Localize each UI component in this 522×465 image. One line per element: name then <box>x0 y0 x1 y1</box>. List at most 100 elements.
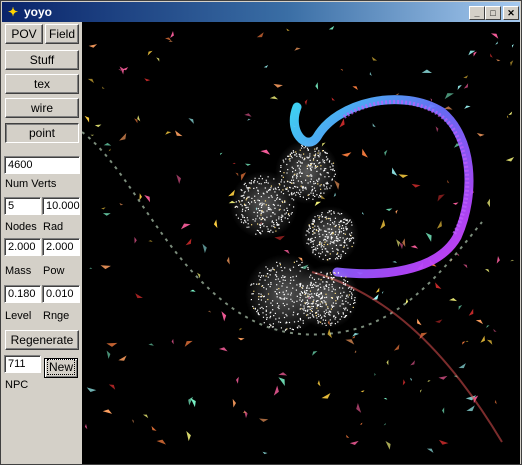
node-point <box>310 192 312 194</box>
node-point <box>253 283 255 285</box>
particle-flake <box>464 105 471 109</box>
node-point <box>259 227 261 229</box>
node-point <box>252 293 254 295</box>
node-point <box>331 297 333 299</box>
pow-field[interactable]: 2.000 <box>42 238 80 256</box>
particle-flake <box>385 208 393 211</box>
node-point <box>318 228 321 230</box>
mass-field[interactable]: 2.000 <box>4 238 41 256</box>
node-point <box>289 269 292 272</box>
node-point <box>319 215 321 217</box>
node-point <box>283 293 285 296</box>
node-point <box>241 205 243 207</box>
rnge-field[interactable]: 0.010 <box>42 285 80 303</box>
node-point <box>257 208 259 210</box>
node-point <box>268 196 270 199</box>
minimize-button[interactable]: _ <box>469 6 485 20</box>
node-point <box>328 312 330 314</box>
regenerate-button[interactable]: Regenerate <box>5 330 79 350</box>
node-point <box>276 194 278 196</box>
node-point <box>267 228 269 230</box>
npc-field[interactable]: 711 <box>4 355 41 373</box>
node-point <box>319 314 321 316</box>
title-bar[interactable]: ✦ yoyo _ □ ✕ <box>2 2 520 22</box>
node-point <box>320 184 322 186</box>
level-field[interactable]: 0.180 <box>4 285 41 303</box>
num-verts-field[interactable]: 4600 <box>4 156 80 174</box>
node-point <box>258 293 260 295</box>
node-point <box>321 214 323 216</box>
node-point <box>300 172 302 174</box>
node-point <box>247 188 249 190</box>
node-point <box>321 216 323 218</box>
particle-flake <box>202 243 207 254</box>
node-point <box>346 309 348 311</box>
particle-flake <box>180 223 191 230</box>
maximize-button[interactable]: □ <box>485 6 501 20</box>
node-point <box>295 275 297 277</box>
node-point <box>328 161 330 163</box>
node-point <box>321 323 323 325</box>
node-point <box>309 159 311 161</box>
node-point <box>266 318 268 320</box>
tex-button[interactable]: tex <box>5 74 79 94</box>
node-point <box>311 293 313 295</box>
node-point <box>303 147 305 149</box>
node-point <box>337 252 339 254</box>
scene-canvas <box>82 25 515 455</box>
node-point <box>310 281 312 283</box>
particle-flake <box>458 363 466 369</box>
node-point <box>303 153 305 155</box>
node-point <box>252 218 254 221</box>
node-point <box>235 214 237 216</box>
particle-flake <box>247 118 251 121</box>
node-point <box>312 296 314 298</box>
node-point <box>315 165 317 167</box>
particle-flake <box>137 115 141 122</box>
node-point <box>349 238 351 240</box>
particle-flake <box>106 350 111 359</box>
node-point <box>247 196 249 198</box>
point-button[interactable]: point <box>5 123 79 143</box>
particle-flake <box>411 183 421 188</box>
field-button[interactable]: Field <box>45 24 79 44</box>
node-point <box>280 181 282 183</box>
particle-flake <box>458 305 463 310</box>
wire-button[interactable]: wire <box>5 98 79 118</box>
rad-field[interactable]: 10.000 <box>42 197 80 215</box>
node-point <box>312 230 314 232</box>
node-point <box>305 234 307 236</box>
particle-flake <box>269 96 279 100</box>
nodes-field[interactable]: 5 <box>4 197 41 215</box>
node-point <box>323 185 325 187</box>
particle-flake <box>333 192 336 197</box>
node-point <box>269 326 271 328</box>
node-point <box>318 233 320 235</box>
new-button[interactable]: New <box>44 358 78 378</box>
node-point <box>316 179 318 181</box>
node-point <box>332 250 334 252</box>
render-viewport[interactable] <box>82 22 520 464</box>
node-point <box>345 307 347 309</box>
node-point <box>242 195 244 197</box>
node-point <box>245 204 247 206</box>
node-point <box>331 286 333 288</box>
node-point <box>288 204 291 206</box>
node-point <box>317 322 319 324</box>
node-point <box>299 264 301 266</box>
node-point <box>287 293 289 295</box>
stuff-button[interactable]: Stuff <box>5 50 79 70</box>
close-button[interactable]: ✕ <box>503 6 519 20</box>
node-point <box>318 196 320 198</box>
pov-button[interactable]: POV <box>5 24 43 44</box>
node-point <box>347 281 349 283</box>
node-point <box>282 189 284 191</box>
node-point <box>330 238 332 240</box>
particle-flake <box>232 162 236 164</box>
particle-flake <box>345 339 355 345</box>
node-point <box>276 265 279 267</box>
node-point <box>278 321 280 323</box>
node-point <box>243 194 245 196</box>
node-point <box>296 177 298 179</box>
node-point <box>346 222 348 225</box>
